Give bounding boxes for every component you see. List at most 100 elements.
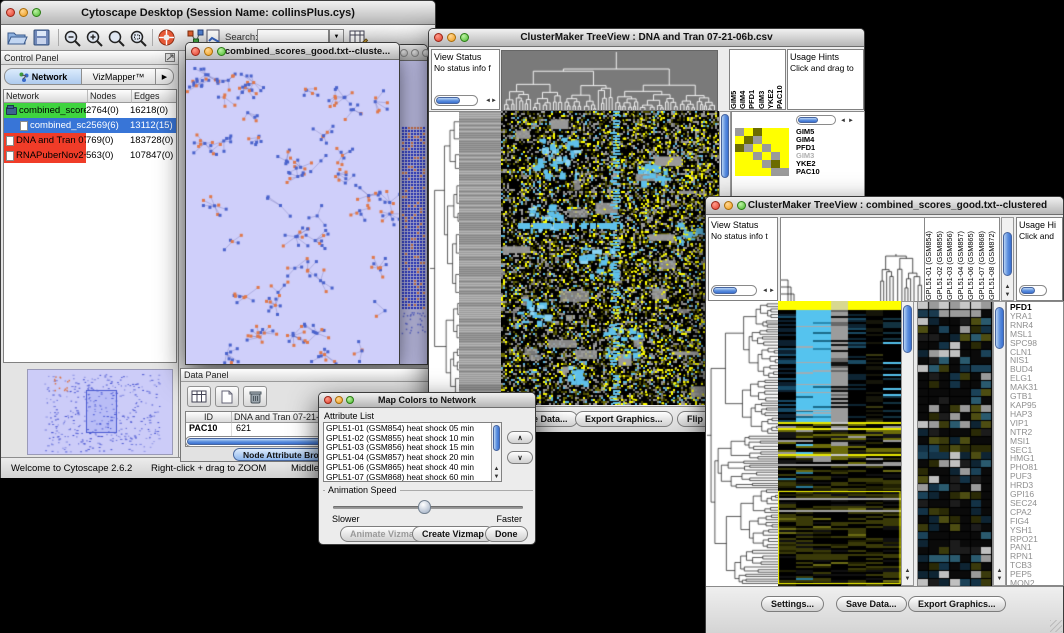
save-data---button[interactable]: Save Data... <box>836 596 907 612</box>
matrix-cell[interactable] <box>762 160 771 168</box>
network-view-titlebar[interactable]: combined_scores_good.txt--cluste... <box>186 43 399 60</box>
create-vizmap-button[interactable]: Create Vizmap <box>412 526 494 542</box>
speed-slider-thumb[interactable] <box>418 500 431 514</box>
done-button[interactable]: Done <box>485 526 528 542</box>
dialog-titlebar[interactable]: Map Colors to Network <box>319 393 535 408</box>
zoom-window-icon[interactable] <box>737 201 746 210</box>
scroll-left-icon[interactable]: ◄ <box>762 287 768 295</box>
attribute-list-item[interactable]: GPL51-01 (GSM854) heat shock 05 min <box>324 424 501 434</box>
attribute-list-item[interactable]: GPL51-04 (GSM857) heat shock 20 min <box>324 453 501 463</box>
delete-attribute-icon[interactable] <box>243 386 267 407</box>
matrix-cell[interactable] <box>753 160 762 168</box>
matrix-cell[interactable] <box>762 152 771 160</box>
scroll-down-icon[interactable]: ▼ <box>492 473 501 481</box>
zoom-fit-icon[interactable] <box>107 29 127 47</box>
float-panel-icon[interactable] <box>165 53 175 62</box>
matrix-cell[interactable] <box>762 144 771 152</box>
close-icon[interactable] <box>711 201 720 210</box>
scroll-right-icon[interactable]: ► <box>848 117 854 125</box>
tv2-column-dendrogram[interactable] <box>780 217 926 302</box>
matrix-cell[interactable] <box>753 128 762 136</box>
network-row[interactable]: DNA and Tran 07769(0)183728(0) <box>4 133 176 148</box>
minimize-icon[interactable] <box>19 8 28 17</box>
minimize-icon[interactable] <box>724 201 733 210</box>
scrollbar-thumb[interactable] <box>798 117 818 123</box>
background-network-window[interactable] <box>396 44 428 365</box>
attribute-list-item[interactable]: GPL51-02 (GSM855) heat shock 10 min <box>324 434 501 444</box>
tv2-heatmap[interactable] <box>778 301 901 586</box>
scrollbar-thumb[interactable] <box>721 114 729 178</box>
matrix-cell[interactable] <box>771 160 780 168</box>
attribute-list-vscrollbar[interactable]: ▲ ▼ <box>491 423 501 481</box>
tv1-column-dendrogram[interactable] <box>501 50 718 111</box>
scrollbar-thumb[interactable] <box>713 287 737 294</box>
window-controls[interactable] <box>6 1 41 24</box>
tv2-labels-vscrollbar[interactable]: ▲ ▼ <box>1001 217 1014 301</box>
matrix-cell[interactable] <box>771 144 780 152</box>
network-view-canvas[interactable] <box>186 60 399 364</box>
network-row[interactable]: combined_sco2569(6)13112(15) <box>4 118 176 133</box>
attribute-list-item[interactable]: GPL51-06 (GSM865) heat shock 40 min <box>324 463 501 473</box>
matrix-cell[interactable] <box>771 152 780 160</box>
zoom-in-icon[interactable] <box>85 29 105 47</box>
tv1-heatmap[interactable] <box>501 111 719 405</box>
move-down-button[interactable]: ∨ <box>507 451 533 464</box>
matrix-cell[interactable] <box>762 128 771 136</box>
treeview1-titlebar[interactable]: ClusterMaker TreeView : DNA and Tran 07-… <box>429 29 864 47</box>
save-icon[interactable] <box>33 29 51 46</box>
col-edges[interactable]: Edges <box>132 90 176 103</box>
attribute-list[interactable]: GPL51-01 (GSM854) heat shock 05 minGPL51… <box>323 422 502 482</box>
export-graphics---button[interactable]: Export Graphics... <box>908 596 1006 612</box>
attribute-list-item[interactable]: GPL51-03 (GSM856) heat shock 15 min <box>324 443 501 453</box>
matrix-cell[interactable] <box>762 136 771 144</box>
attribute-list-item[interactable]: GPL51-07 (GSM868) heat shock 60 min <box>324 473 501 482</box>
close-icon[interactable] <box>191 47 200 56</box>
tv1-zoom-hscrollbar[interactable] <box>796 115 836 125</box>
matrix-cell[interactable] <box>735 152 744 160</box>
scroll-up-icon[interactable]: ▲ <box>994 567 1005 575</box>
scroll-down-icon[interactable]: ▼ <box>1002 291 1013 299</box>
select-attributes-icon[interactable] <box>187 386 211 407</box>
close-icon[interactable] <box>324 396 332 404</box>
minimize-icon[interactable] <box>204 47 213 56</box>
matrix-cell[interactable] <box>753 168 762 176</box>
scrollbar-thumb[interactable] <box>903 305 912 353</box>
minimize-icon[interactable] <box>335 396 343 404</box>
zoom-window-icon[interactable] <box>460 33 469 42</box>
tv2-genes-vscrollbar[interactable]: ▲ ▼ <box>993 301 1006 586</box>
tab-network[interactable]: Network <box>4 68 82 85</box>
tv2-row-dendrogram[interactable] <box>706 301 778 586</box>
matrix-cell[interactable] <box>735 128 744 136</box>
scroll-up-icon[interactable]: ▲ <box>1002 283 1013 291</box>
matrix-cell[interactable] <box>744 136 753 144</box>
tv2-zoom-panel[interactable] <box>917 301 993 588</box>
close-icon[interactable] <box>400 49 408 57</box>
matrix-cell[interactable] <box>744 144 753 152</box>
new-attribute-icon[interactable] <box>215 386 239 407</box>
zoom-window-icon[interactable] <box>32 8 41 17</box>
close-icon[interactable] <box>6 8 15 17</box>
matrix-cell[interactable] <box>780 136 789 144</box>
tv1-zoom-matrix[interactable] <box>735 128 789 176</box>
scrollbar-thumb[interactable] <box>995 307 1004 349</box>
matrix-cell[interactable] <box>780 160 789 168</box>
matrix-cell[interactable] <box>753 136 762 144</box>
scrollbar-thumb[interactable] <box>436 97 460 104</box>
scroll-left-icon[interactable]: ◄ <box>840 117 846 125</box>
matrix-cell[interactable] <box>735 144 744 152</box>
tv1-row-dendrogram[interactable] <box>429 111 459 406</box>
scroll-down-icon[interactable]: ▼ <box>994 575 1005 583</box>
minimize-icon[interactable] <box>447 33 456 42</box>
close-icon[interactable] <box>434 33 443 42</box>
matrix-cell[interactable] <box>735 160 744 168</box>
matrix-cell[interactable] <box>780 168 789 176</box>
tab-vizmapper[interactable]: VizMapper™ <box>82 68 156 85</box>
zoom-selected-icon[interactable] <box>129 29 149 47</box>
zoom-window-icon[interactable] <box>346 396 354 404</box>
matrix-cell[interactable] <box>744 168 753 176</box>
background-network-canvas[interactable] <box>397 61 427 364</box>
tv2-heatmap-vscrollbar[interactable]: ▲ ▼ <box>901 301 914 586</box>
matrix-cell[interactable] <box>771 168 780 176</box>
matrix-cell[interactable] <box>753 144 762 152</box>
matrix-cell[interactable] <box>762 168 771 176</box>
